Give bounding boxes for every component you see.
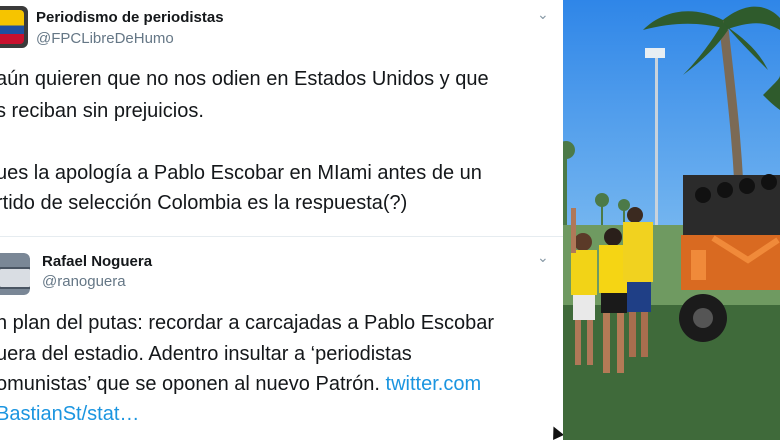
author-name[interactable]: Periodismo de periodistas [36,9,224,26]
tweet-link[interactable]: twitter.com [386,373,482,395]
tweet-1: Periodismo de periodistas @FPCLibreDeHum… [0,0,563,236]
chevron-down-icon[interactable]: ⌄ [537,6,549,23]
tweet-line: rtido de selección Colombia es la respue… [0,192,408,214]
author-handle[interactable]: @ranoguera [42,273,126,290]
tweet-screenshot: Periodismo de periodistas @FPCLibreDeHum… [0,0,563,440]
flag-avatar-image [0,10,24,44]
avatar-graphic [0,267,30,289]
tweet-line: uera del estadio. Adentro insultar a ‘pe… [0,343,412,365]
tweet-line: aún quieren que no nos odien en Estados … [0,68,489,90]
tweet-line: n plan del putas: recordar a carcajadas … [0,312,495,334]
tweet-line: omunistas’ que se oponen al nuevo Patrón… [0,369,481,399]
tweet-line: s reciban sin prejuicios. [0,100,204,122]
video-photo [563,0,780,440]
tweet-line-text: omunistas’ que se oponen al nuevo Patrón… [0,373,380,395]
tweet-link[interactable]: BastianSt/stat… [0,399,139,429]
author-name[interactable]: Rafael Noguera [42,253,152,270]
tweet-line: ues la apología a Pablo Escobar en MIami… [0,162,482,184]
video-frame [563,0,780,440]
chevron-down-icon[interactable]: ⌄ [537,249,549,266]
avatar[interactable] [0,6,28,48]
avatar[interactable] [0,253,30,295]
author-handle[interactable]: @FPCLibreDeHumo [36,30,174,47]
